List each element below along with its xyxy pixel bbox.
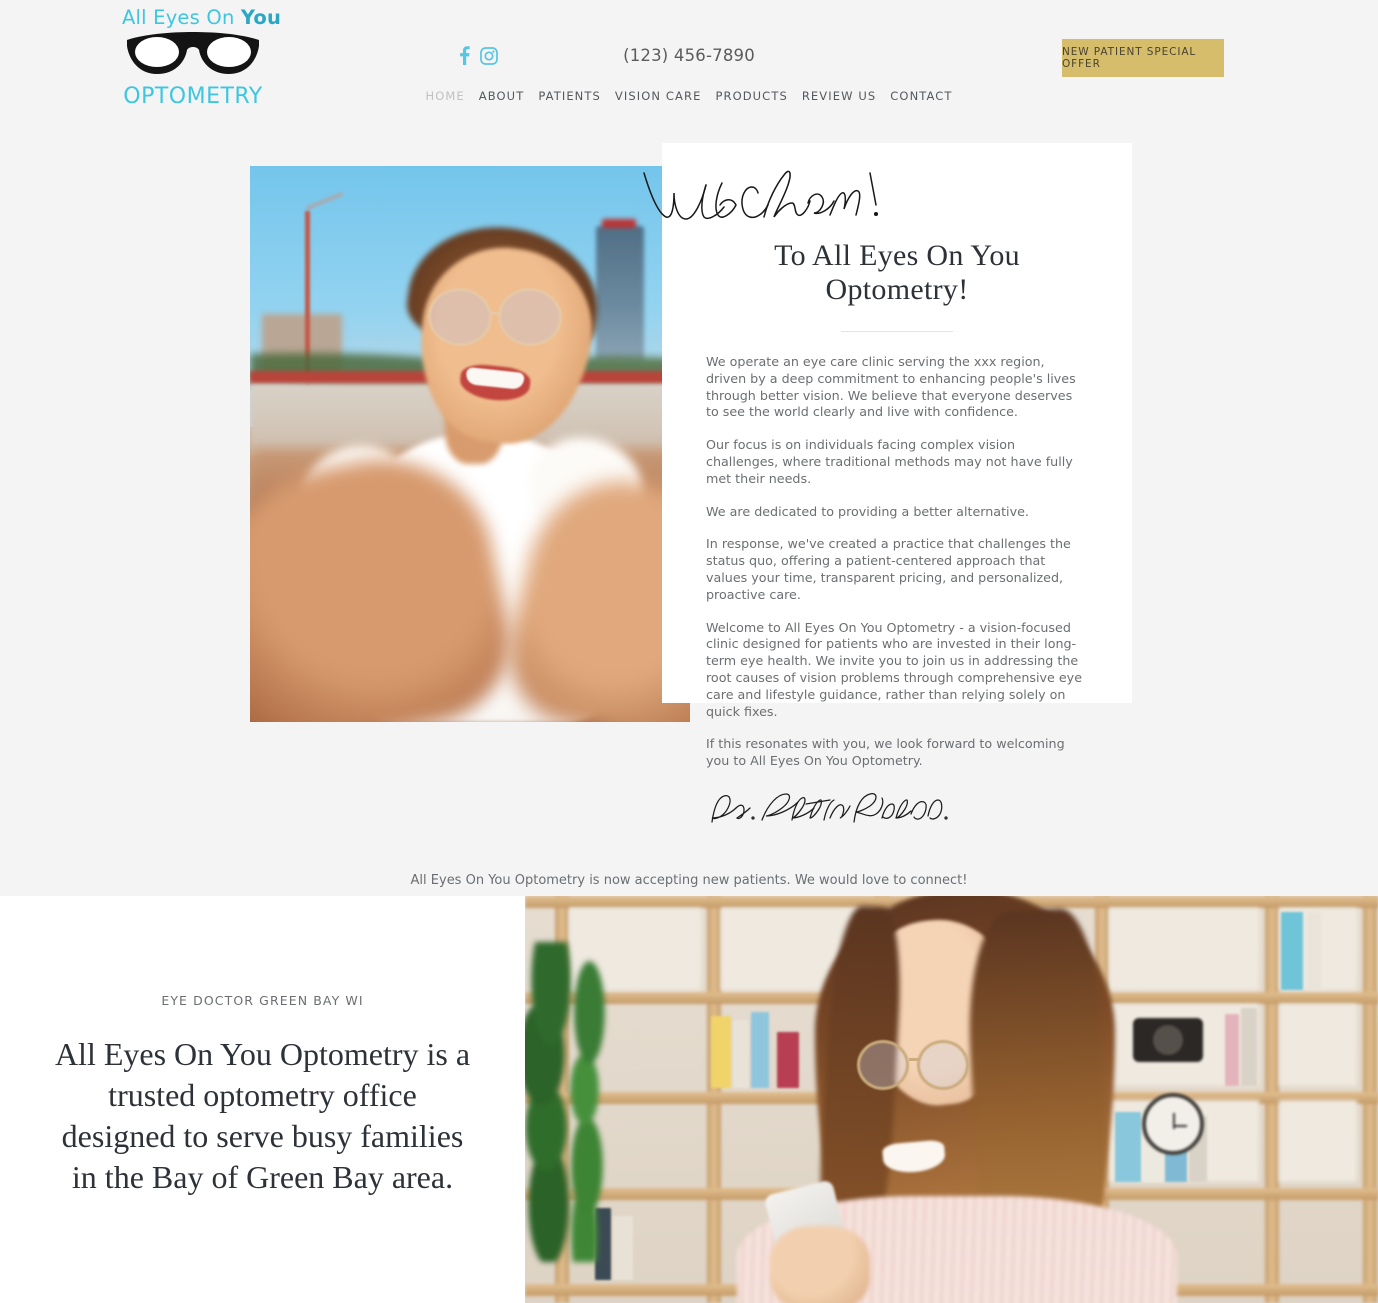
script-welcome-word — [640, 167, 940, 227]
hero-photo — [250, 166, 690, 722]
nav-item-products[interactable]: PRODUCTS — [715, 89, 787, 103]
logo-tagline: All Eyes On You — [122, 6, 281, 29]
welcome-body: We operate an eye care clinic serving th… — [706, 332, 1088, 770]
nav-item-home[interactable]: HOME — [425, 89, 464, 103]
nav-item-contact[interactable]: CONTACT — [890, 89, 952, 103]
about-section: EYE DOCTOR GREEN BAY WI All Eyes On You … — [0, 896, 1378, 1303]
main-navigation: HOME ABOUT PATIENTS VISION CARE PRODUCTS REVI… — [0, 87, 1378, 105]
welcome-paragraph-6: If this resonates with you, we look forw… — [706, 736, 1065, 769]
welcome-paragraph-5: Welcome to All Eyes On You Optometry - a… — [706, 619, 1082, 719]
about-text-column: EYE DOCTOR GREEN BAY WI All Eyes On You … — [0, 896, 525, 1303]
welcome-paragraph-1: We operate an eye care clinic serving th… — [706, 354, 1076, 420]
cta-note: All Eyes On You Optometry is now accepti… — [410, 873, 968, 888]
about-photo — [525, 896, 1378, 1303]
nav-item-review-us[interactable]: REVIEW US — [802, 89, 876, 103]
about-eyebrow: EYE DOCTOR GREEN BAY WI — [161, 993, 364, 1008]
site-header: All Eyes On You OPTOMETRY (123) 456-7890 — [0, 0, 1378, 125]
welcome-paragraph-2: Our focus is on individuals facing compl… — [706, 437, 1073, 486]
header-new-patient-offer-button[interactable]: NEW PATIENT SPECIAL OFFER — [1062, 39, 1224, 77]
welcome-paragraph-4: In response, we've created a practice th… — [706, 536, 1071, 602]
doctor-signature — [706, 788, 966, 830]
logo-tagline-part1: All Eyes On — [122, 6, 241, 29]
welcome-paragraph-3: We are dedicated to providing a better a… — [706, 503, 1029, 519]
nav-item-vision-care[interactable]: VISION CARE — [615, 89, 702, 103]
logo-tagline-you: You — [240, 6, 282, 29]
about-heading: All Eyes On You Optometry is a trusted o… — [54, 1036, 471, 1195]
hero-section: To All Eyes On You Optometry! We operate… — [0, 125, 1378, 963]
nav-item-patients[interactable]: PATIENTS — [538, 89, 601, 103]
nav-item-about[interactable]: ABOUT — [479, 89, 525, 103]
